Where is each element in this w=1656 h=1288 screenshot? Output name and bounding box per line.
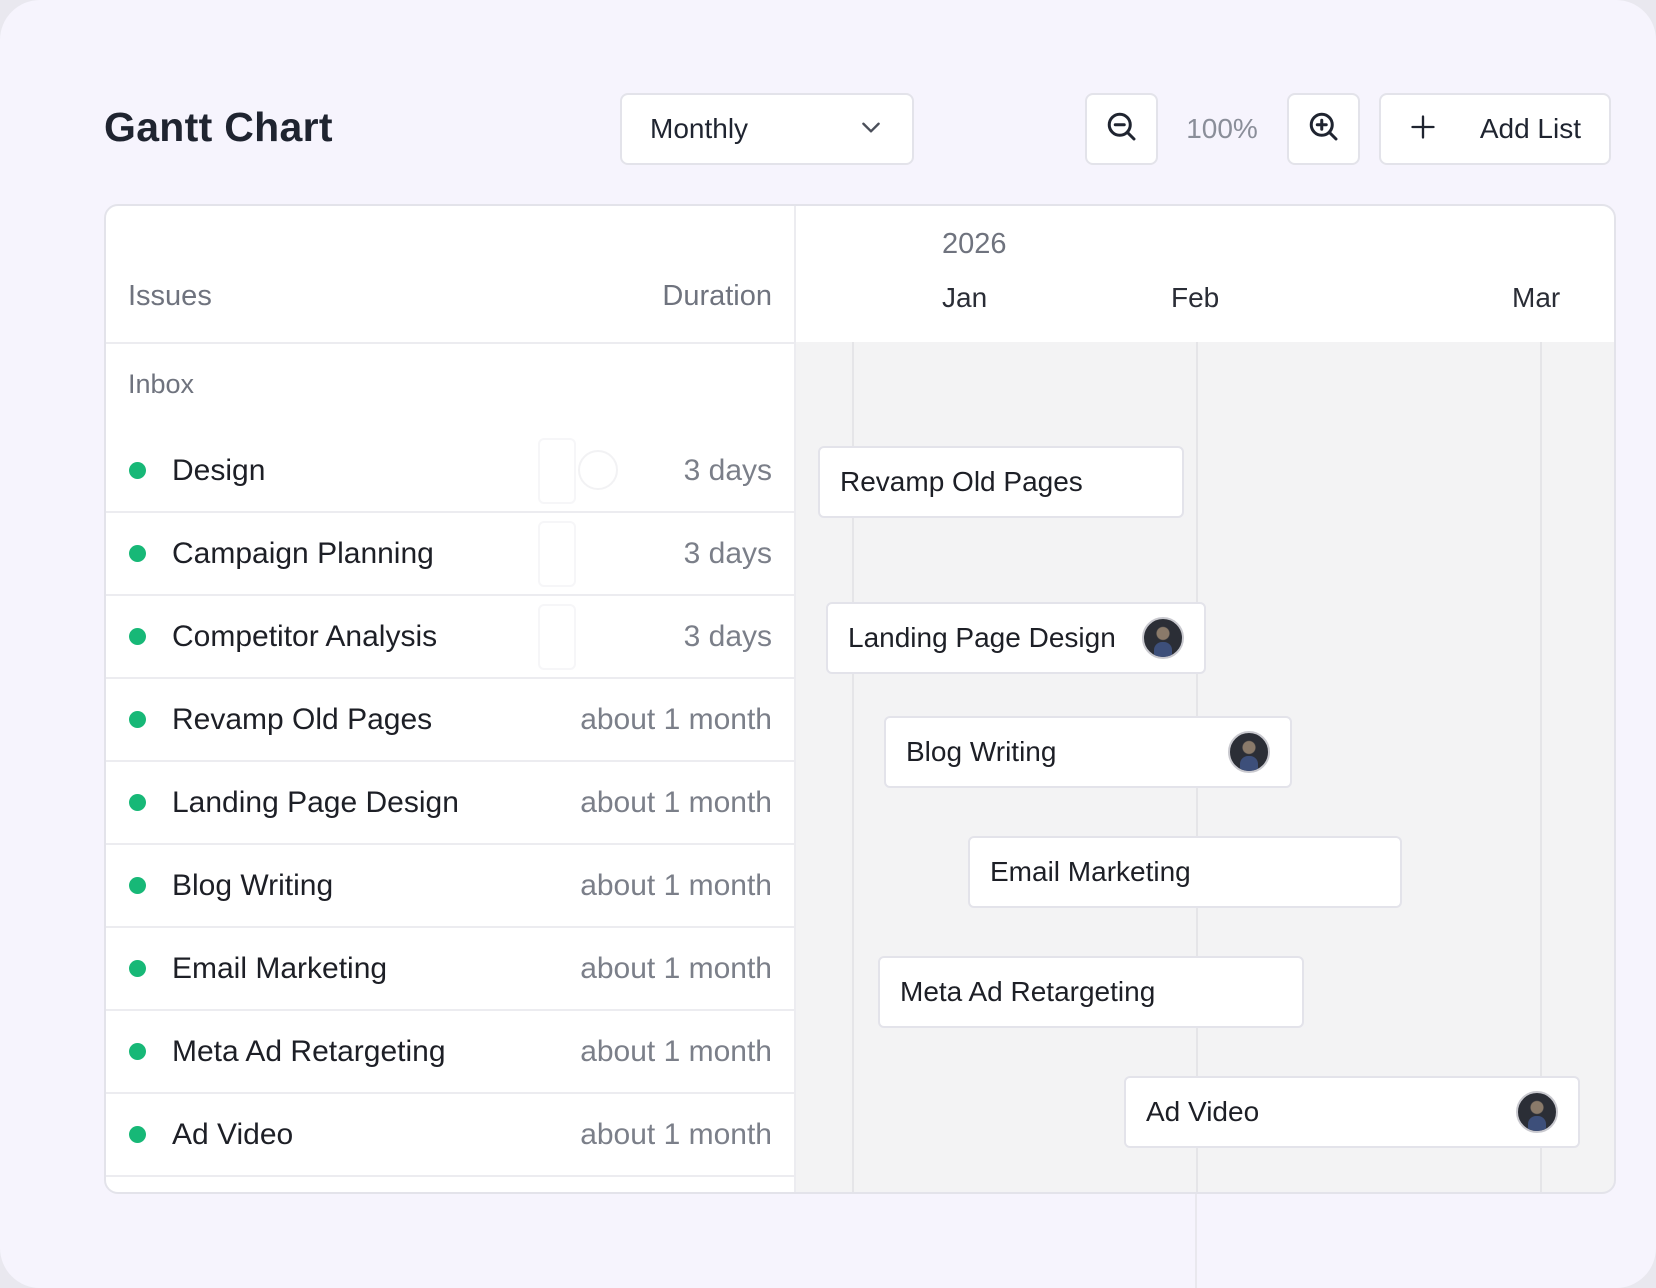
duration-column-header[interactable]: Duration [662,280,772,313]
gantt-bar[interactable]: Meta Ad Retargeting [878,956,1304,1028]
issue-name: Competitor Analysis [172,619,438,653]
month-label-feb: Feb [1171,282,1220,313]
gantt-bar[interactable]: Email Marketing [968,836,1402,908]
gridline-extension [1195,1194,1197,1288]
issue-name: Landing Page Design [172,785,459,819]
issues-list-panel: Issues Duration Inbox Design 3 days Camp… [106,206,796,1192]
issue-name: Design [172,453,266,487]
gantt-app: Gantt Chart Monthly 100% Add List Issues… [0,0,1656,1288]
issue-name: Blog Writing [172,868,334,902]
issue-row[interactable]: Email Marketing about 1 month [106,928,796,1011]
gantt-bar[interactable]: Landing Page Design [826,602,1206,674]
issues-column-header[interactable]: Issues [128,280,212,313]
issue-row[interactable]: Competitor Analysis 3 days [106,596,796,679]
issue-duration: about 1 month [580,868,772,902]
issue-row[interactable]: Ad Video about 1 month [106,1094,796,1177]
assignee-avatar[interactable] [1516,1091,1558,1133]
gantt-bar-label: Blog Writing [906,736,1057,767]
status-dot [129,628,146,645]
issue-duration: about 1 month [580,1034,772,1068]
add-list-label: Add List [1479,113,1581,144]
chevron-down-icon [858,114,884,145]
issue-duration: about 1 month [580,702,772,736]
page-title: Gantt Chart [104,104,333,150]
zoom-level: 100% [1186,113,1258,144]
zoom-in-icon [1306,109,1342,150]
issue-name: Revamp Old Pages [172,702,433,736]
issues-table-header: Issues Duration [106,206,796,344]
view-select[interactable]: Monthly [620,93,914,165]
group-label: Inbox [128,369,195,399]
issue-row[interactable]: Blog Writing about 1 month [106,845,796,928]
issue-duration: about 1 month [580,951,772,985]
gantt-panel: Issues Duration Inbox Design 3 days Camp… [104,204,1616,1194]
timeline-year: 2026 [942,228,1007,260]
issue-name: Campaign Planning [172,536,434,570]
status-dot [129,1043,146,1060]
gantt-bar[interactable]: Blog Writing [884,716,1292,788]
gantt-bar-label: Landing Page Design [848,622,1116,653]
zoom-in-button[interactable] [1287,93,1360,165]
avatar-placeholder-icon [578,450,618,490]
timeline-header [796,206,1614,342]
add-list-button[interactable]: Add List [1379,93,1611,165]
month-label-mar: Mar [1512,282,1561,313]
issue-row[interactable]: Campaign Planning 3 days [106,513,796,596]
status-dot [129,877,146,894]
issue-row[interactable]: Landing Page Design about 1 month [106,762,796,845]
issue-row[interactable]: Meta Ad Retargeting about 1 month [106,1011,796,1094]
zoom-out-button[interactable] [1085,93,1158,165]
plus-icon [1409,113,1437,146]
issue-duration: 3 days [683,453,772,487]
gantt-bar-label: Meta Ad Retargeting [900,976,1156,1007]
assignee-avatar[interactable] [1228,731,1270,773]
gantt-bar-label: Ad Video [1146,1096,1260,1127]
issue-duration: 3 days [683,536,772,570]
issue-name: Email Marketing [172,951,388,985]
status-dot [129,960,146,977]
status-dot [129,462,146,479]
status-dot [129,1126,146,1143]
drag-placeholder [538,521,576,587]
drag-placeholder [538,604,576,670]
gantt-bar-label: Revamp Old Pages [840,466,1083,497]
status-dot [129,545,146,562]
issue-duration: 3 days [683,619,772,653]
gantt-bar-label: Email Marketing [990,856,1191,887]
issue-duration: about 1 month [580,785,772,819]
status-dot [129,794,146,811]
status-dot [129,711,146,728]
issue-duration: about 1 month [580,1117,772,1151]
gantt-bar[interactable]: Revamp Old Pages [818,446,1184,518]
issue-row[interactable]: Design 3 days [106,430,796,513]
gantt-bar[interactable]: Ad Video [1124,1076,1580,1148]
drag-placeholder [538,438,576,504]
issue-row[interactable]: Revamp Old Pages about 1 month [106,679,796,762]
issues-rows: Design 3 days Campaign Planning 3 days C… [106,430,796,1177]
view-select-value: Monthly [650,113,749,144]
month-label-jan: Jan [942,282,988,313]
gridline-mar [1540,342,1542,1192]
issue-name: Ad Video [172,1117,294,1151]
assignee-avatar[interactable] [1142,617,1184,659]
zoom-out-icon [1104,109,1140,150]
issue-name: Meta Ad Retargeting [172,1034,446,1068]
